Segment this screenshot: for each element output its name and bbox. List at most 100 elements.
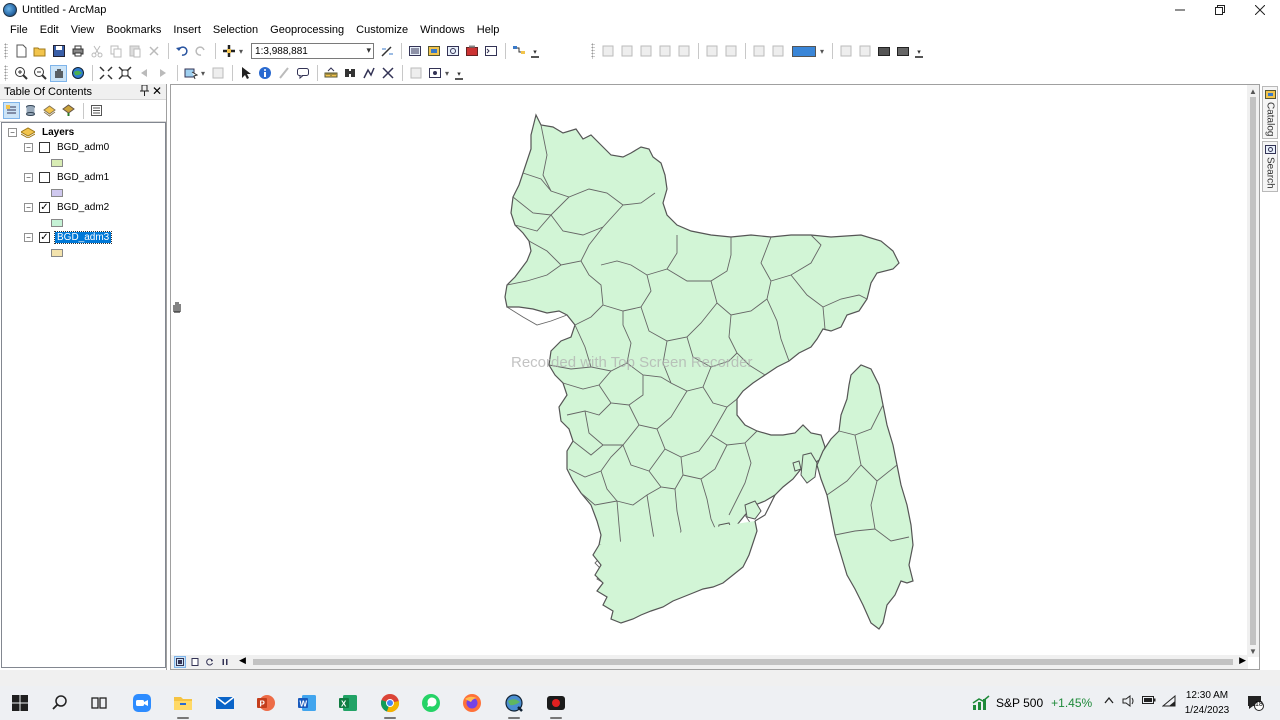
excel-button[interactable]: X — [337, 692, 359, 714]
ungroup-button[interactable] — [769, 43, 786, 60]
color-dropdown-icon[interactable]: ▾ — [820, 47, 824, 56]
layer-visibility-checkbox[interactable] — [39, 171, 50, 183]
battery-button[interactable] — [1142, 695, 1156, 708]
hyperlink-button[interactable] — [275, 65, 292, 82]
scroll-thumb[interactable] — [1250, 97, 1256, 645]
catalog-window-button[interactable] — [425, 43, 442, 60]
data-view-tab[interactable] — [174, 656, 186, 668]
map-scale-combobox[interactable]: 1:3,988,881 ▾ — [251, 43, 375, 59]
go-to-xy-button[interactable] — [379, 65, 396, 82]
layer-name[interactable]: BGD_adm1 — [55, 172, 111, 183]
find-route-button[interactable] — [360, 65, 377, 82]
pan-button[interactable] — [50, 64, 67, 82]
data-view-button[interactable] — [856, 43, 873, 60]
word-button[interactable]: W — [296, 692, 318, 714]
scroll-down-icon[interactable]: ▼ — [1247, 645, 1259, 657]
pin-icon[interactable] — [140, 84, 149, 99]
toolbar-overflow-icon[interactable]: ▾ — [531, 44, 540, 58]
python-window-button[interactable] — [482, 43, 499, 60]
list-by-source-button[interactable] — [22, 102, 39, 119]
menu-help[interactable]: Help — [471, 20, 506, 40]
layer-row-bgd-adm0[interactable]: − BGD_adm0 — [24, 140, 111, 154]
back-button[interactable] — [135, 65, 152, 82]
align-button[interactable] — [703, 43, 720, 60]
collapse-icon[interactable]: − — [24, 142, 33, 152]
data-view-layout-button[interactable] — [837, 43, 854, 60]
toc-close-icon[interactable]: ✕ — [152, 84, 162, 98]
redo-button[interactable] — [192, 43, 209, 60]
model-builder-button[interactable] — [510, 43, 527, 60]
minimize-button[interactable] — [1160, 0, 1200, 20]
new-button[interactable] — [12, 43, 29, 60]
file-explorer-button[interactable] — [172, 692, 194, 719]
forward-button[interactable] — [154, 65, 171, 82]
find-button[interactable] — [341, 65, 358, 82]
legend-symbol-swatch[interactable] — [51, 189, 63, 197]
menu-customize[interactable]: Customize — [350, 20, 414, 40]
fill-color-swatch[interactable] — [792, 45, 817, 57]
menu-edit[interactable]: Edit — [34, 20, 65, 40]
firefox-button[interactable] — [461, 692, 483, 714]
legend-symbol-swatch[interactable] — [51, 249, 63, 257]
layers-group-row[interactable]: − Layers — [8, 125, 76, 139]
volume-button[interactable] — [1122, 695, 1136, 710]
zoom-out-button[interactable] — [31, 65, 48, 82]
arctoolbox-button[interactable] — [463, 43, 480, 60]
toolbar-grip[interactable] — [4, 65, 8, 81]
legend-symbol-swatch[interactable] — [51, 219, 63, 227]
layer-row-bgd-adm3[interactable]: − ✓ BGD_adm3 — [24, 230, 113, 244]
layer-visibility-checkbox[interactable]: ✓ — [39, 201, 50, 213]
fixed-zoom-out-button[interactable] — [116, 65, 133, 82]
layer-visibility-checkbox[interactable]: ✓ — [39, 231, 50, 243]
layers-group-label[interactable]: Layers — [40, 127, 76, 138]
distribute-button[interactable] — [722, 43, 739, 60]
chevron-down-icon[interactable]: ▾ — [366, 45, 371, 56]
layer-visibility-checkbox[interactable] — [39, 141, 50, 153]
toc-options-button[interactable] — [88, 102, 105, 119]
layout-pan-button[interactable] — [637, 43, 654, 60]
save-button[interactable] — [50, 43, 67, 60]
select-dropdown-icon[interactable]: ▾ — [201, 69, 205, 78]
restore-button[interactable] — [1200, 0, 1240, 20]
full-extent-button[interactable] — [69, 65, 86, 82]
scroll-left-icon[interactable]: ◀ — [239, 655, 246, 666]
scroll-right-icon[interactable]: ▶ — [1239, 655, 1246, 666]
whatsapp-button[interactable] — [420, 692, 442, 714]
system-clock[interactable]: 12:30 AM 1/24/2023 — [1178, 688, 1236, 718]
map-canvas[interactable]: Recorded with Top Screen Recorder — [171, 85, 1248, 657]
layer-name[interactable]: BGD_adm2 — [55, 202, 111, 213]
taskbar-search-button[interactable] — [49, 692, 71, 714]
screen-recorder-button[interactable] — [545, 692, 567, 719]
task-view-button[interactable] — [88, 692, 110, 714]
collapse-icon[interactable]: − — [8, 127, 17, 137]
list-by-drawing-order-button[interactable] — [3, 102, 20, 119]
collapse-icon[interactable]: − — [24, 172, 33, 182]
clear-selection-button[interactable] — [209, 65, 226, 82]
layout-view-tab[interactable] — [189, 656, 201, 668]
list-by-visibility-button[interactable] — [41, 102, 58, 119]
change-layout-button[interactable] — [875, 43, 892, 60]
layer-name[interactable]: BGD_adm0 — [55, 142, 111, 153]
stock-widget[interactable]: S&P 500 +1.45% — [972, 695, 1092, 711]
menu-geoprocessing[interactable]: Geoprocessing — [264, 20, 350, 40]
layer-name[interactable]: BGD_adm3 — [53, 230, 113, 244]
identify-button[interactable] — [256, 65, 273, 82]
zoom-in-button[interactable] — [12, 65, 29, 82]
data-driven-pages-button[interactable] — [894, 43, 911, 60]
add-data-dropdown-icon[interactable]: ▾ — [239, 47, 243, 56]
layout-zoom-out-button[interactable] — [618, 43, 635, 60]
scroll-up-icon[interactable]: ▲ — [1247, 85, 1259, 97]
mail-app-button[interactable] — [214, 692, 236, 714]
search-tab[interactable]: Search — [1262, 141, 1278, 193]
collapse-icon[interactable]: − — [24, 202, 33, 212]
layout-full-extent-button[interactable] — [656, 43, 673, 60]
copy-button[interactable] — [107, 43, 124, 60]
menu-windows[interactable]: Windows — [414, 20, 471, 40]
select-elements-button[interactable] — [237, 65, 254, 82]
layout-tool-button[interactable] — [675, 43, 692, 60]
fixed-zoom-in-button[interactable] — [97, 65, 114, 82]
list-by-selection-button[interactable] — [60, 102, 77, 119]
show-hidden-icons-button[interactable] — [1104, 695, 1114, 707]
toolbar-overflow-icon[interactable]: ▾ — [915, 44, 924, 58]
collapse-icon[interactable]: − — [24, 232, 33, 242]
